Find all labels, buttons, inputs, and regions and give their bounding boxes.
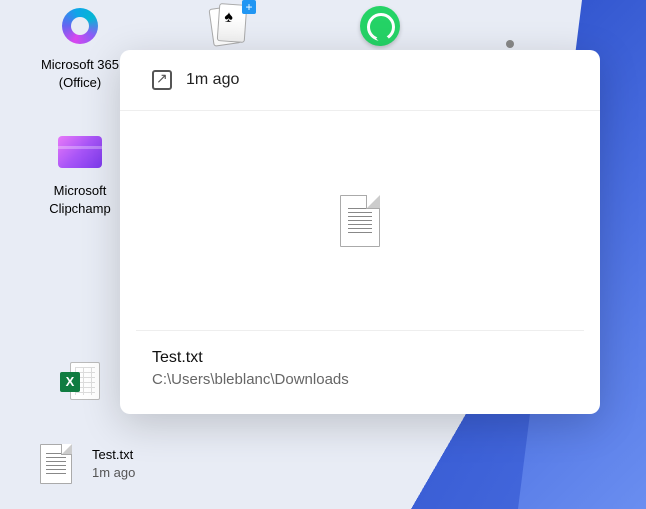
office-icon xyxy=(62,8,98,44)
text-file-icon xyxy=(40,444,72,484)
popup-preview-area xyxy=(136,111,584,331)
popup-header[interactable]: 1m ago xyxy=(120,50,600,111)
popup-file-info[interactable]: Test.txt C:\Users\bleblanc\Downloads xyxy=(120,331,600,414)
recent-file-name: Test.txt xyxy=(92,446,135,464)
clipchamp-icon xyxy=(58,136,102,168)
popup-time: 1m ago xyxy=(186,71,239,89)
desktop-icon-clipchamp[interactable]: Microsoft Clipchamp xyxy=(32,128,128,217)
desktop-icon-solitaire[interactable]: + xyxy=(182,2,278,56)
popup-file-path: C:\Users\bleblanc\Downloads xyxy=(152,371,568,388)
excel-icon: X xyxy=(60,362,100,402)
desktop-icon-excel[interactable]: X xyxy=(32,358,128,412)
open-external-icon xyxy=(152,70,172,90)
text-file-icon xyxy=(340,195,380,247)
desktop-icon-whatsapp[interactable] xyxy=(332,2,428,56)
popup-file-name: Test.txt xyxy=(152,349,568,367)
desktop-icon-office[interactable]: Microsoft 365 (Office) xyxy=(32,2,128,91)
desktop-icon-label: Microsoft Clipchamp xyxy=(32,182,128,217)
recent-file-time: 1m ago xyxy=(92,464,135,482)
page-indicator-dot xyxy=(506,40,514,48)
whatsapp-icon xyxy=(360,6,400,46)
recent-file-item[interactable]: Test.txt 1m ago xyxy=(32,440,232,488)
solitaire-icon: + xyxy=(208,4,252,48)
desktop-icon-label: Microsoft 365 (Office) xyxy=(32,56,128,91)
recent-item-popup: 1m ago Test.txt C:\Users\bleblanc\Downlo… xyxy=(120,50,600,414)
